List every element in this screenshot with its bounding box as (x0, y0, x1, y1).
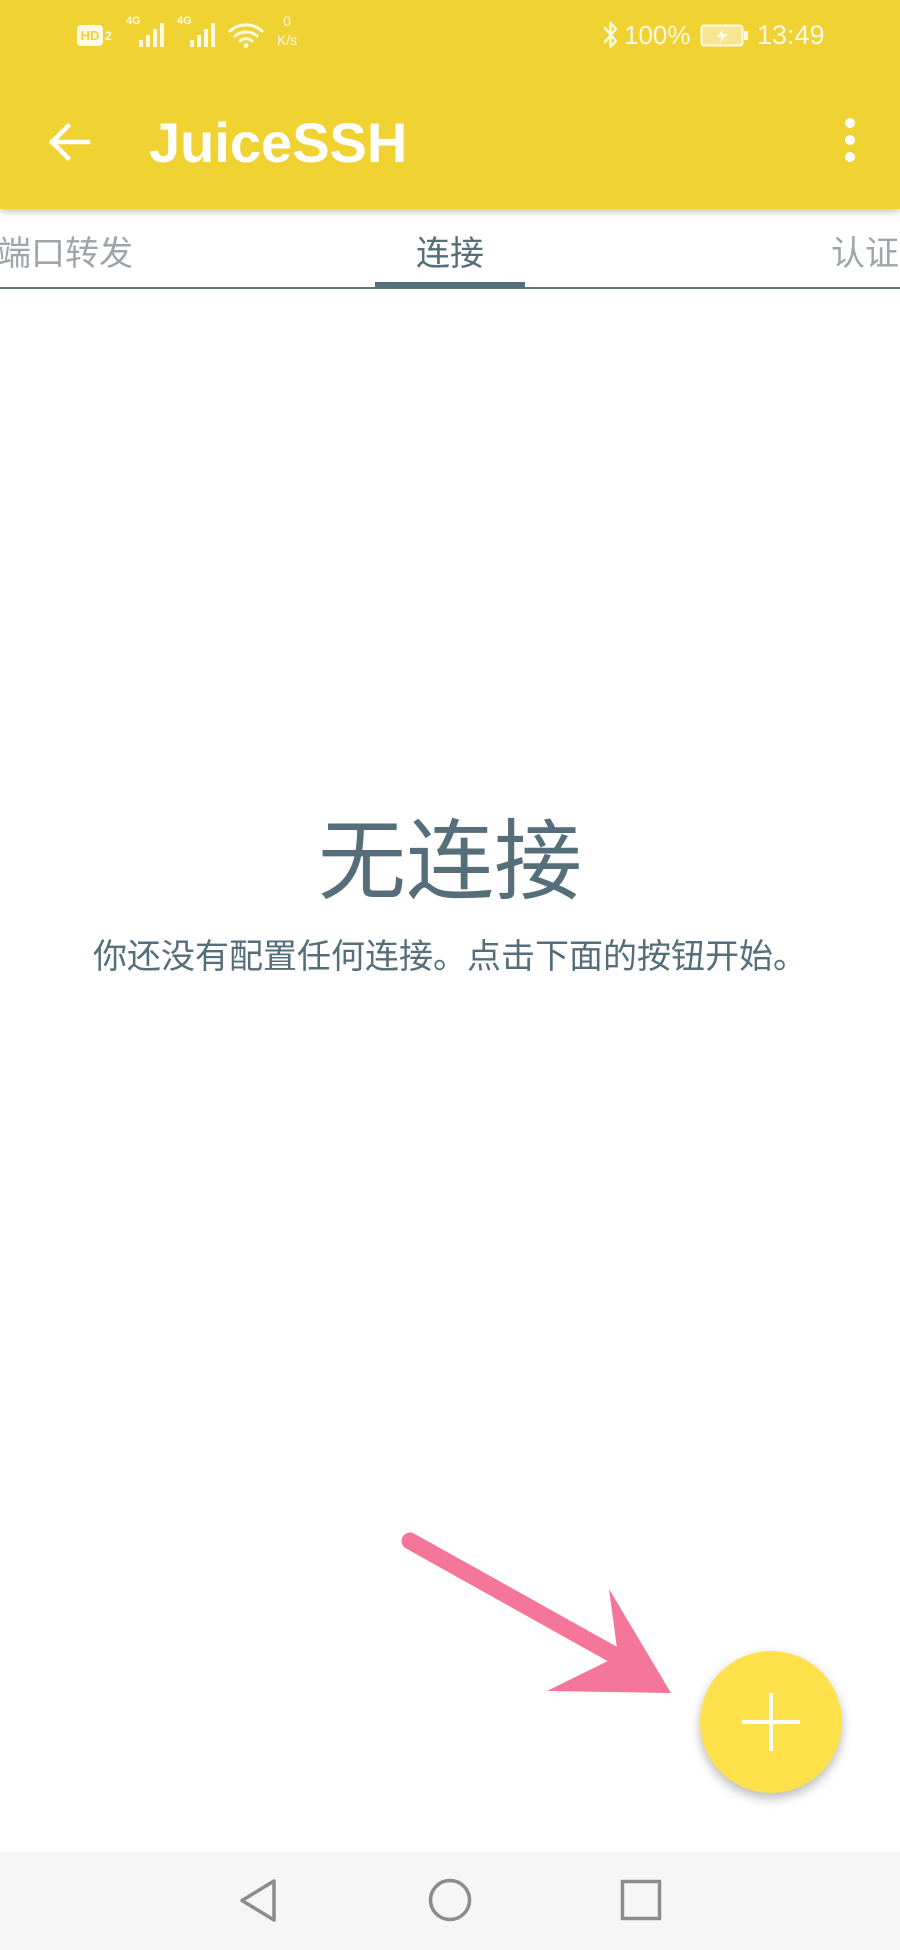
battery-percent: 100% (624, 20, 691, 50)
tab-connections[interactable]: 连接 (375, 232, 525, 276)
signal-icon (190, 23, 215, 47)
plus-icon (742, 1693, 800, 1751)
speed-unit: K/s (276, 32, 298, 48)
tab-selected-indicator (375, 282, 525, 288)
sim-number: 2 (105, 29, 112, 43)
tab-identities[interactable]: 认证 (831, 232, 900, 276)
empty-state-message: 你还没有配置任何连接。点击下面的按钮开始。 (93, 938, 807, 976)
nav-recents-icon[interactable] (620, 1879, 662, 1921)
wifi-icon (228, 23, 264, 48)
network-speed: 0 K/s (268, 12, 306, 50)
hd-icon: HD (77, 25, 103, 46)
more-vertical-icon[interactable] (838, 116, 862, 164)
pointer-arrow-icon (401, 1532, 671, 1693)
clock: 13:49 (757, 20, 825, 50)
tab-port-forwarding[interactable]: 端口转发 (0, 232, 140, 276)
nav-back-icon[interactable] (236, 1876, 280, 1924)
battery-charging-icon (700, 24, 748, 47)
system-nav-bar (0, 1852, 900, 1950)
add-connection-button[interactable] (700, 1651, 842, 1793)
app-bar: HD 2 4G 4G 0 K/s 100% 13:49 JuiceSSH (0, 0, 900, 209)
signal-icon (139, 23, 164, 47)
tab-bar: 端口转发 连接 认证 (0, 209, 900, 289)
nav-home-icon[interactable] (426, 1876, 474, 1924)
empty-state-title: 无连接 (317, 812, 582, 911)
arrow-left-icon[interactable] (46, 118, 94, 166)
status-bar: HD 2 4G 4G 0 K/s 100% 13:49 (0, 0, 900, 72)
speed-value: 0 (283, 13, 291, 29)
bluetooth-icon (603, 21, 618, 49)
app-title: JuiceSSH (149, 111, 408, 174)
